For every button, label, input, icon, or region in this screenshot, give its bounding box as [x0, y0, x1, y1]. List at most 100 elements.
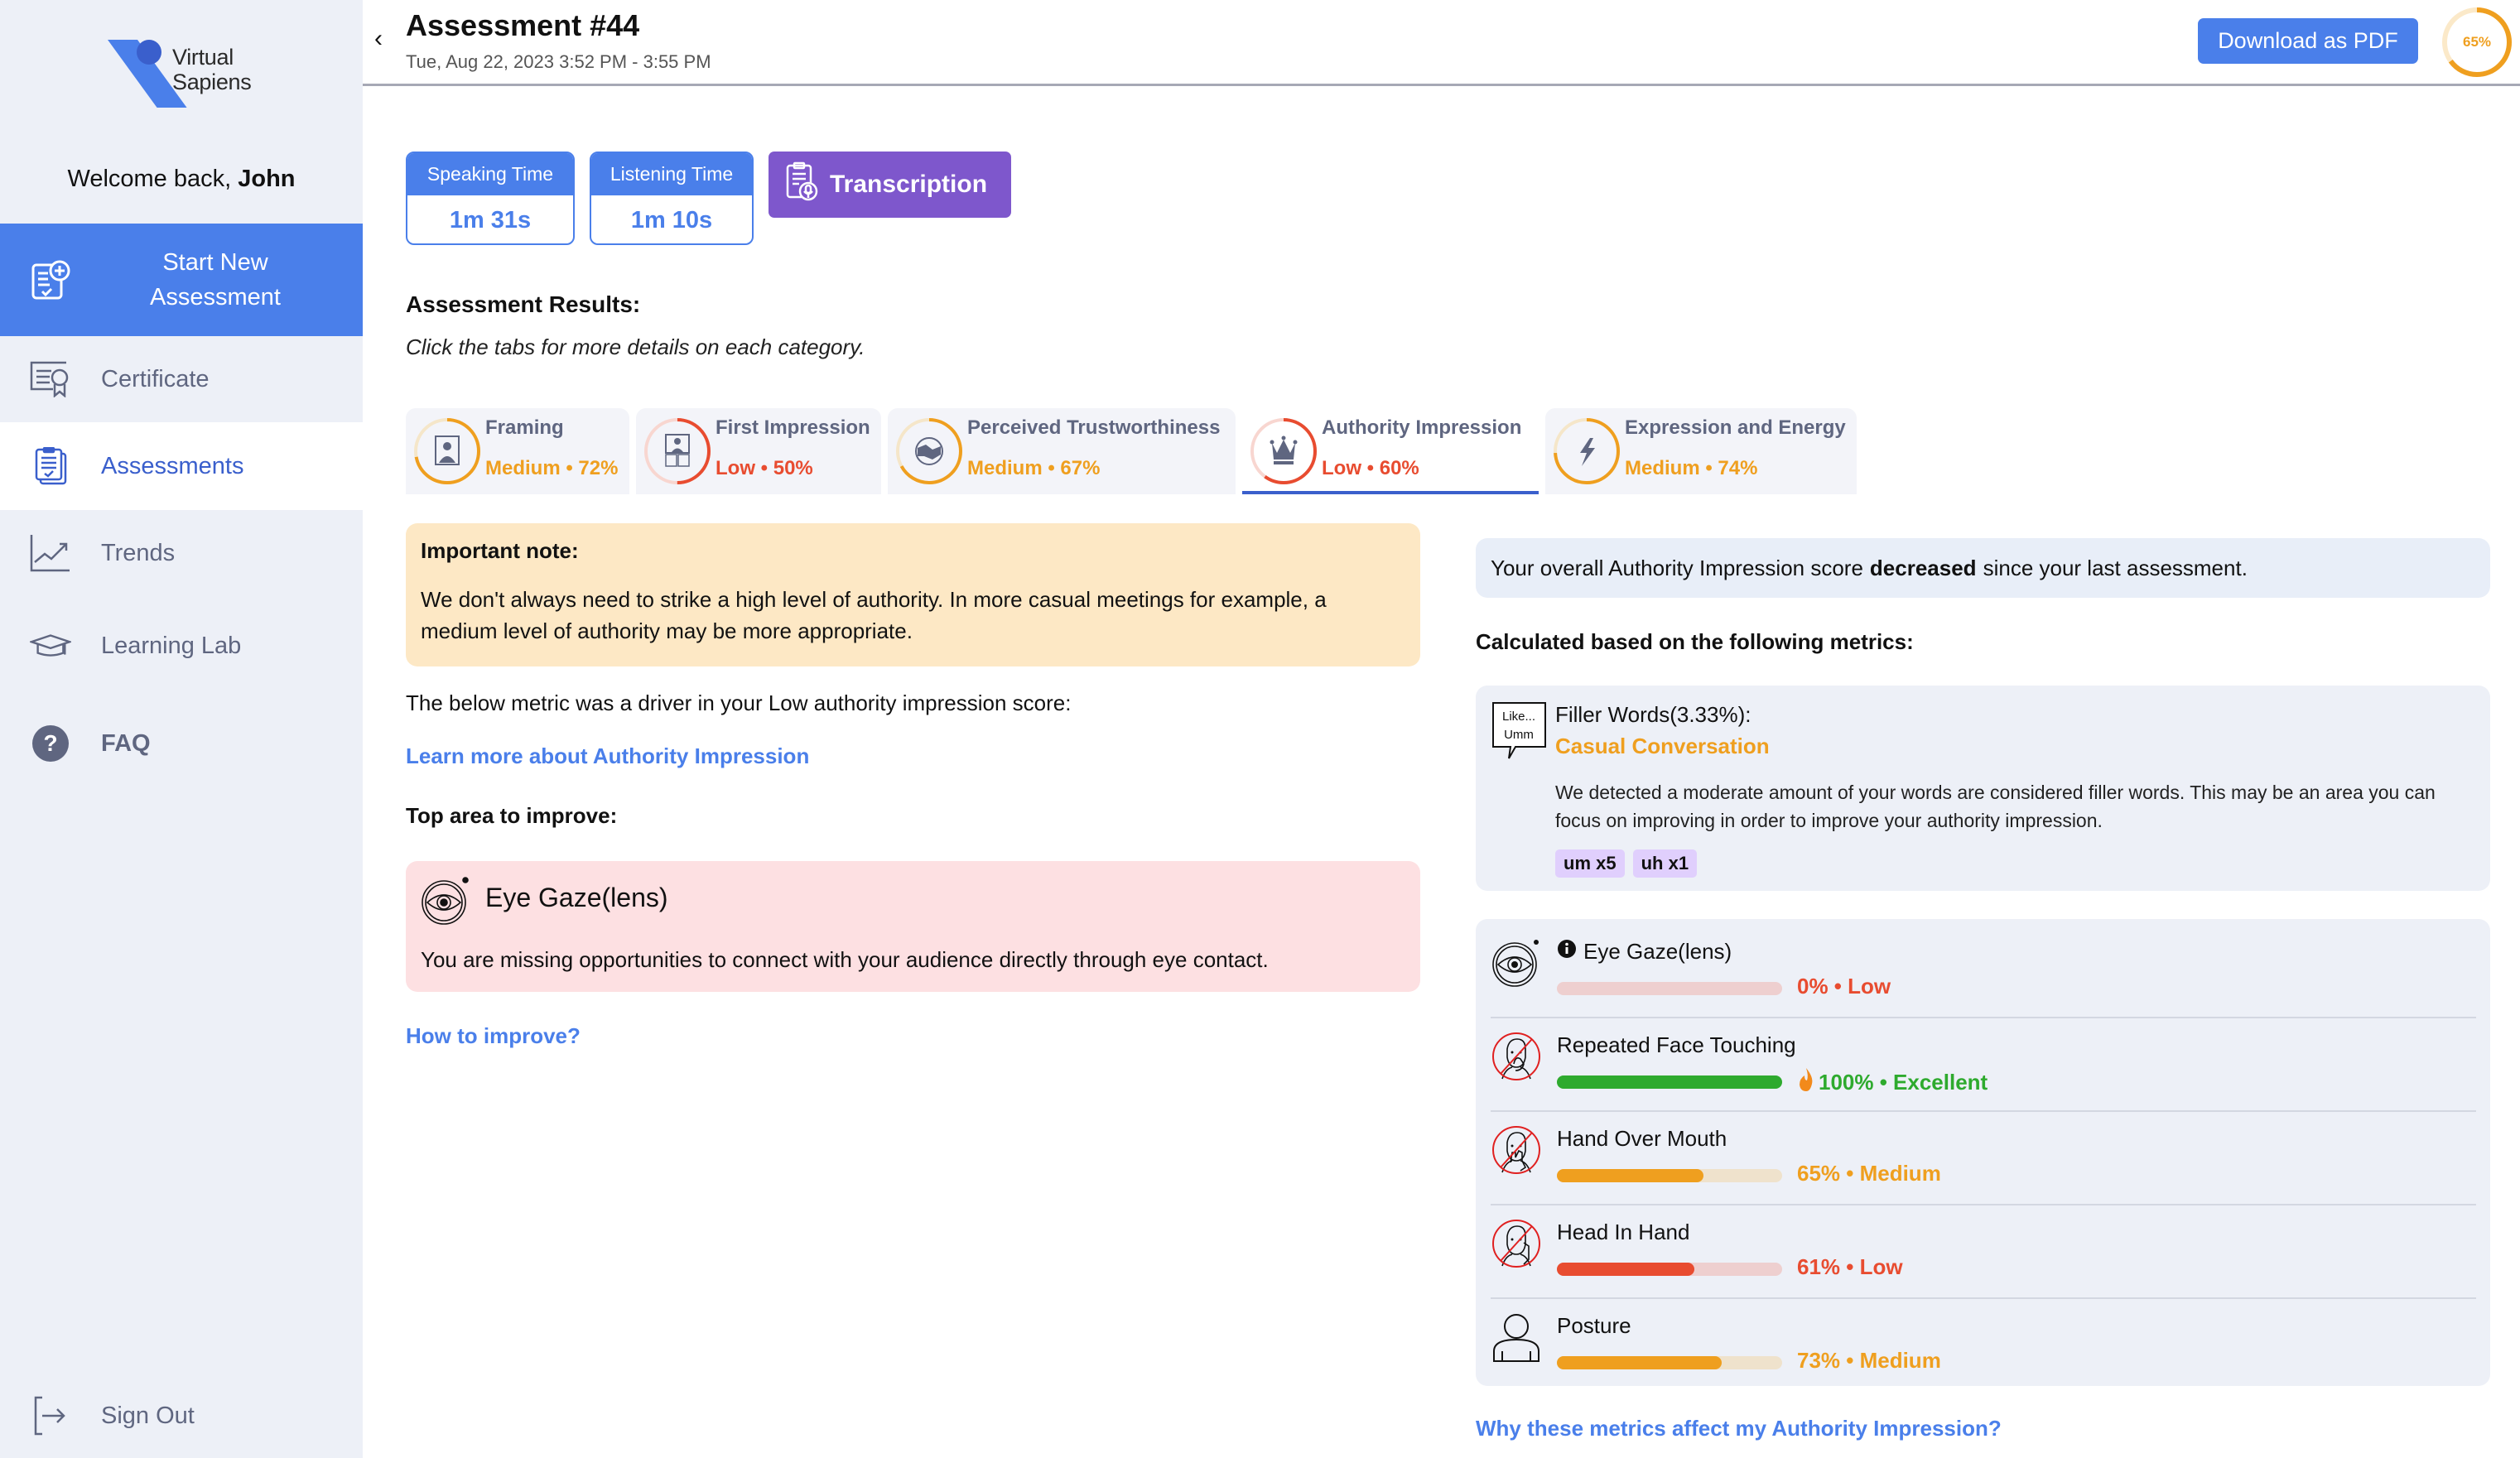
svg-text:Umm: Umm	[1504, 728, 1534, 742]
sidebar-item-learning-lab[interactable]: Learning Lab	[0, 603, 363, 689]
metric-score: 0% • Low	[1797, 974, 1891, 999]
metric-bar-track	[1557, 1075, 1782, 1089]
question-icon: ?	[30, 723, 71, 764]
metric-score: 65% • Medium	[1797, 1161, 1941, 1186]
listening-time-label: Listening Time	[591, 153, 752, 195]
listening-time-card: Listening Time 1m 10s	[590, 152, 754, 245]
improve-metric-desc: You are missing opportunities to connect…	[421, 947, 1269, 972]
learn-more-link[interactable]: Learn more about Authority Impression	[406, 743, 809, 769]
filler-chip: um x5	[1555, 849, 1625, 878]
tab-score-ring	[896, 418, 962, 484]
improve-metric-name: Eye Gaze(lens)	[485, 883, 668, 912]
brand-line-2: Sapiens	[172, 70, 252, 94]
metric-row: Posture 73% • Medium	[1491, 1300, 2476, 1393]
metrics-list: Eye Gaze(lens) 0% • Low Repeated Face Touc…	[1476, 919, 2490, 1386]
no-hand-over-mouth-icon	[1492, 1126, 1540, 1174]
tab-score: Low • 60%	[1322, 457, 1419, 479]
metric-score-text: 65% • Medium	[1797, 1161, 1941, 1186]
sidebar-item-trends[interactable]: Trends	[0, 510, 363, 596]
filler-words-card: Like... Umm Filler Words(3.33%): Casual C…	[1476, 686, 2490, 891]
tab-score: Low • 50%	[716, 457, 813, 479]
first-impression-icon	[665, 434, 690, 467]
metric-name: Hand Over Mouth	[1557, 1126, 1727, 1152]
results-subtitle: Click the tabs for more details on each …	[406, 334, 865, 359]
no-head-in-hand-icon	[1492, 1220, 1540, 1268]
top-area-title: Top area to improve:	[406, 803, 618, 828]
metric-score-text: 0% • Low	[1797, 974, 1891, 998]
tab-name: Framing	[485, 416, 564, 439]
how-to-improve-link[interactable]: How to improve?	[406, 1023, 581, 1049]
metric-label: Eye Gaze(lens)	[1583, 939, 1732, 964]
tab-score: Medium • 74%	[1625, 457, 1758, 479]
sidebar-item-assessments[interactable]: Assessments	[0, 422, 363, 510]
sidebar: Virtual Sapiens Welcome back, John Start …	[0, 0, 363, 1458]
no-face-touching-icon	[1492, 1032, 1540, 1080]
filler-words-icon: Like... Umm	[1491, 700, 1549, 760]
metric-bar-track	[1557, 1169, 1782, 1182]
sidebar-item-label: Trends	[101, 539, 176, 566]
back-button[interactable]: ‹	[374, 25, 383, 53]
handshake-icon	[915, 437, 943, 465]
tab-framing[interactable]: Framing Medium • 72%	[406, 408, 629, 494]
metric-bar-fill	[1557, 1075, 1782, 1089]
eye-gaze-icon	[421, 876, 470, 926]
metrics-title: Calculated based on the following metric…	[1476, 629, 1914, 654]
trend-message: Your overall Authority Impression score …	[1476, 538, 2490, 598]
info-icon[interactable]	[1557, 939, 1577, 965]
transcription-label: Transcription	[830, 171, 988, 198]
transcription-icon	[785, 161, 818, 208]
filler-chip: uh x1	[1632, 849, 1698, 878]
sidebar-item-label: Start New Assessment	[150, 249, 281, 310]
brand-line-1: Virtual	[172, 45, 234, 70]
top-improve-card: Eye Gaze(lens) You are missing opportuni…	[406, 861, 1420, 992]
sign-out-button[interactable]: Sign Out	[0, 1374, 363, 1457]
metric-score-text: 61% • Low	[1797, 1254, 1903, 1279]
metric-label: Repeated Face Touching	[1557, 1032, 1796, 1057]
metric-name: Posture	[1557, 1313, 1631, 1339]
brand-logo[interactable]: Virtual Sapiens	[99, 40, 282, 108]
sidebar-item-certificate[interactable]: Certificate	[0, 336, 363, 422]
metric-score: 100% • Excellent	[1797, 1067, 1988, 1098]
metric-bar-fill	[1557, 1169, 1703, 1182]
tab-score-ring	[414, 418, 480, 484]
tab-score-ring	[1554, 418, 1620, 484]
welcome-prefix: Welcome back,	[67, 166, 239, 192]
metric-label: Hand Over Mouth	[1557, 1126, 1727, 1151]
tab-first-impression[interactable]: First Impression Low • 50%	[636, 408, 881, 494]
metric-row: Repeated Face Touching 100% • Excellent	[1491, 1019, 2476, 1112]
metric-bar-track	[1557, 1263, 1782, 1276]
overall-score-label: 65%	[2462, 34, 2492, 50]
sidebar-item-label: Certificate	[101, 365, 210, 392]
filler-word-chips: um x5 uh x1	[1555, 849, 1698, 878]
metric-name: Repeated Face Touching	[1557, 1032, 1796, 1058]
download-pdf-button[interactable]: Download as PDF	[2198, 18, 2418, 64]
metric-name: Eye Gaze(lens)	[1557, 939, 1732, 965]
filler-words-name: Filler Words(3.33%):	[1555, 702, 1751, 727]
sidebar-item-start-new-assessment[interactable]: Start New Assessment	[0, 224, 363, 336]
metric-label: Head In Hand	[1557, 1220, 1690, 1244]
sidebar-item-label: FAQ	[101, 729, 151, 757]
assessment-date: Tue, Aug 22, 2023 3:52 PM - 3:55 PM	[406, 51, 711, 72]
tab-expression-and-energy[interactable]: Expression and Energy Medium • 74%	[1545, 408, 1857, 494]
tab-perceived-trustworthiness[interactable]: Perceived Trustworthiness Medium • 67%	[888, 408, 1236, 494]
transcription-button[interactable]: Transcription	[769, 152, 1011, 218]
trends-icon	[30, 532, 71, 574]
sidebar-item-faq[interactable]: ? FAQ	[0, 700, 363, 787]
framing-icon	[435, 435, 460, 465]
svg-text:Like...: Like...	[1502, 710, 1535, 724]
sign-out-icon	[30, 1395, 71, 1436]
assessments-icon	[30, 445, 71, 487]
tab-authority-impression[interactable]: Authority Impression Low • 60%	[1242, 408, 1539, 494]
metric-bar-fill	[1557, 1356, 1722, 1369]
why-metrics-link[interactable]: Why these metrics affect my Authority Im…	[1476, 1416, 2002, 1441]
certificate-icon	[30, 358, 71, 400]
listening-time-value: 1m 10s	[630, 206, 713, 233]
speaking-time-label: Speaking Time	[407, 153, 573, 195]
logo-dot	[137, 40, 161, 65]
metric-score-text: 100% • Excellent	[1819, 1070, 1988, 1095]
svg-text:?: ?	[43, 730, 57, 756]
filler-words-desc: We detected a moderate amount of your wo…	[1555, 782, 2436, 831]
filler-words-category: Casual Conversation	[1555, 734, 1770, 758]
graduation-cap-icon	[30, 625, 71, 666]
tab-score-ring	[1250, 418, 1317, 484]
